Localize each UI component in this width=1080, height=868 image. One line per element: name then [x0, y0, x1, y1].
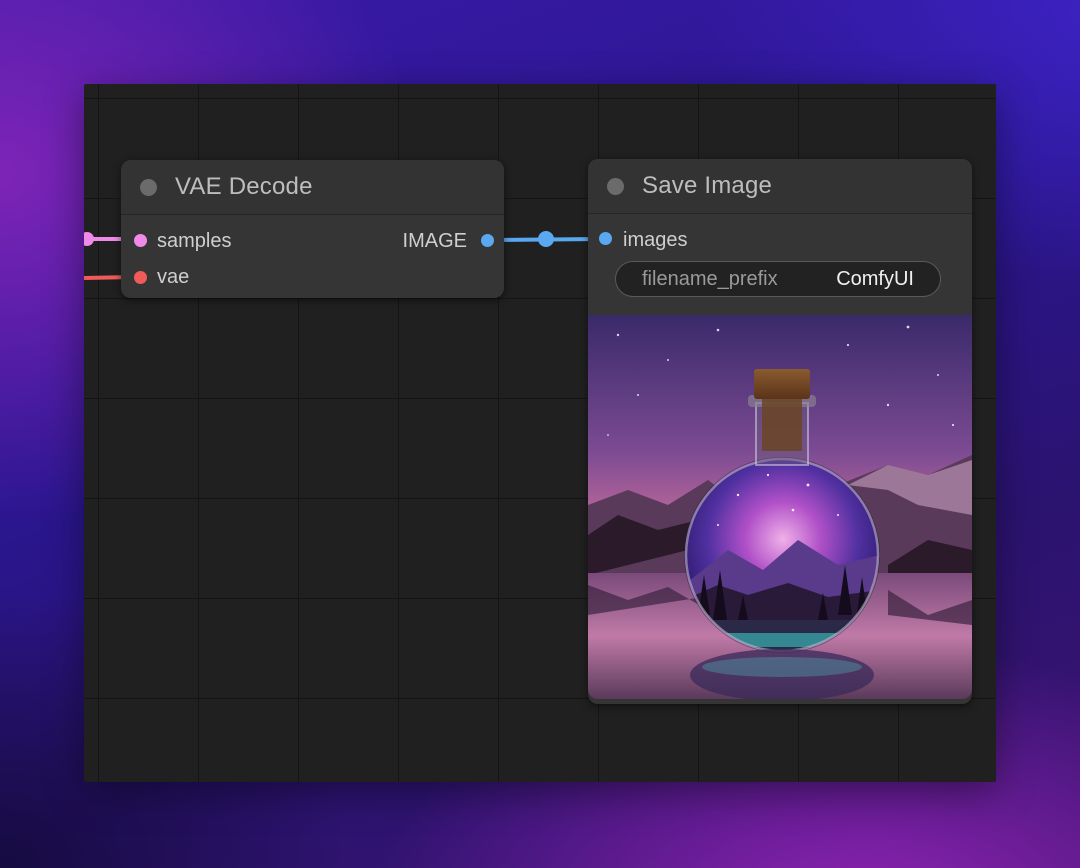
output-label-image: IMAGE [402, 230, 467, 252]
potion-bottle-galaxy-image [588, 315, 972, 699]
filename-prefix-widget[interactable]: filename_prefix ComfyUI [615, 261, 941, 297]
input-slot-samples[interactable] [134, 234, 147, 247]
input-slot-images[interactable] [599, 232, 612, 245]
link-image[interactable] [493, 237, 601, 242]
collapse-dot-icon[interactable] [607, 178, 624, 195]
link-samples-handle[interactable] [84, 232, 94, 246]
vae-decode-node[interactable]: VAE Decode samples vae IMAGE [121, 160, 504, 298]
output-slot-image[interactable] [481, 234, 494, 247]
node-title: VAE Decode [175, 173, 313, 200]
node-graph-canvas[interactable]: VAE Decode samples vae IMAGE Save Image … [84, 84, 996, 782]
widget-name: filename_prefix [642, 268, 778, 290]
image-preview[interactable] [588, 315, 972, 699]
widget-value[interactable]: ComfyUI [836, 268, 914, 291]
input-label-vae: vae [157, 266, 190, 288]
vae-decode-title-bar[interactable]: VAE Decode [121, 160, 504, 215]
input-slot-vae[interactable] [134, 271, 147, 284]
input-label-samples: samples [157, 230, 232, 252]
collapse-dot-icon[interactable] [140, 179, 157, 196]
node-title: Save Image [642, 172, 773, 199]
link-image-midpoint[interactable] [538, 231, 554, 247]
save-image-title-bar[interactable]: Save Image [588, 159, 972, 214]
save-image-node[interactable]: Save Image images filename_prefix ComfyU… [588, 159, 972, 704]
input-label-images: images [623, 229, 688, 251]
